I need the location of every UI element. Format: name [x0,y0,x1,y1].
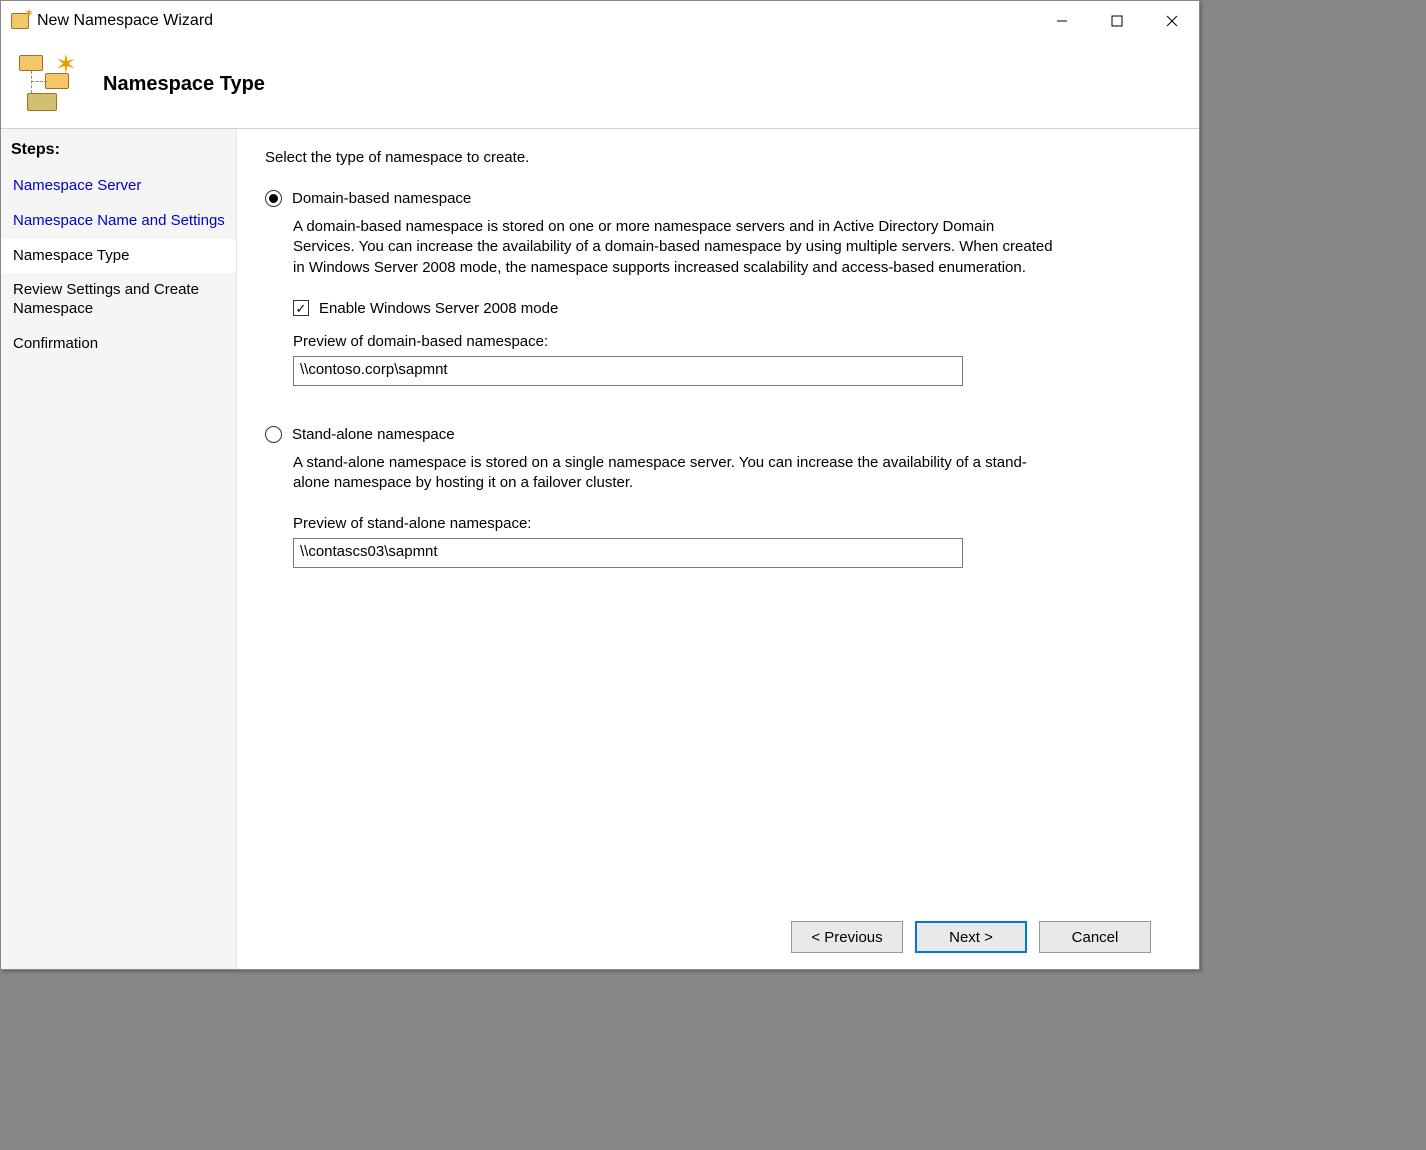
button-label: Cancel [1072,929,1119,946]
step-namespace-type[interactable]: Namespace Type [1,239,236,274]
option-stand-alone[interactable]: Stand-alone namespace [265,426,1171,443]
standalone-preview-label: Preview of stand-alone namespace: [293,515,1171,532]
step-label: Namespace Type [13,247,129,264]
checkbox-label: Enable Windows Server 2008 mode [319,300,558,317]
radio-domain-based[interactable] [265,190,282,207]
step-namespace-name-settings[interactable]: Namespace Name and Settings [1,204,236,239]
content-inner: Select the type of namespace to create. … [265,149,1171,905]
option-stand-alone-description: A stand-alone namespace is stored on a s… [293,453,1053,494]
step-label: Namespace Server [13,177,141,194]
step-review-create: Review Settings and Create Namespace [1,273,236,327]
steps-sidebar: Steps: Namespace Server Namespace Name a… [1,129,237,969]
content-pane: Select the type of namespace to create. … [237,129,1199,969]
step-label: Namespace Name and Settings [13,212,225,229]
cancel-button[interactable]: Cancel [1039,921,1151,953]
next-button[interactable]: Next > [915,921,1027,953]
step-label: Confirmation [13,335,98,352]
option-domain-based[interactable]: Domain-based namespace [265,190,1171,207]
steps-heading: Steps: [1,137,236,169]
wizard-footer: < Previous Next > Cancel [265,905,1171,969]
window-controls [1034,1,1199,41]
close-icon [1166,15,1178,27]
wizard-title-icon [11,13,29,29]
close-button[interactable] [1144,1,1199,41]
radio-label: Stand-alone namespace [292,426,455,443]
minimize-button[interactable] [1034,1,1089,41]
header-band: ✶ Namespace Type [1,41,1199,129]
wizard-window: New Namespace Wizard ✶ Namespace Type St… [0,0,1200,970]
enable-2008-mode[interactable]: Enable Windows Server 2008 mode [293,300,1171,317]
titlebar: New Namespace Wizard [1,1,1199,41]
instruction-text: Select the type of namespace to create. [265,149,1171,166]
wizard-body: Steps: Namespace Server Namespace Name a… [1,129,1199,969]
maximize-button[interactable] [1089,1,1144,41]
button-label: Next > [949,929,993,946]
radio-label: Domain-based namespace [292,190,471,207]
step-confirmation: Confirmation [1,327,236,362]
window-title: New Namespace Wizard [37,12,213,30]
option-domain-based-description: A domain-based namespace is stored on on… [293,217,1053,278]
page-title: Namespace Type [103,73,265,96]
previous-button[interactable]: < Previous [791,921,903,953]
checkbox-2008-mode[interactable] [293,300,309,316]
button-label: < Previous [811,929,882,946]
standalone-preview-value: \\contascs03\sapmnt [293,538,963,568]
maximize-icon [1111,15,1123,27]
radio-stand-alone[interactable] [265,426,282,443]
step-label: Review Settings and Create Namespace [13,281,199,317]
minimize-icon [1056,15,1068,27]
wizard-icon: ✶ [13,53,83,117]
domain-preview-label: Preview of domain-based namespace: [293,333,1171,350]
domain-preview-value: \\contoso.corp\sapmnt [293,356,963,386]
step-namespace-server[interactable]: Namespace Server [1,169,236,204]
